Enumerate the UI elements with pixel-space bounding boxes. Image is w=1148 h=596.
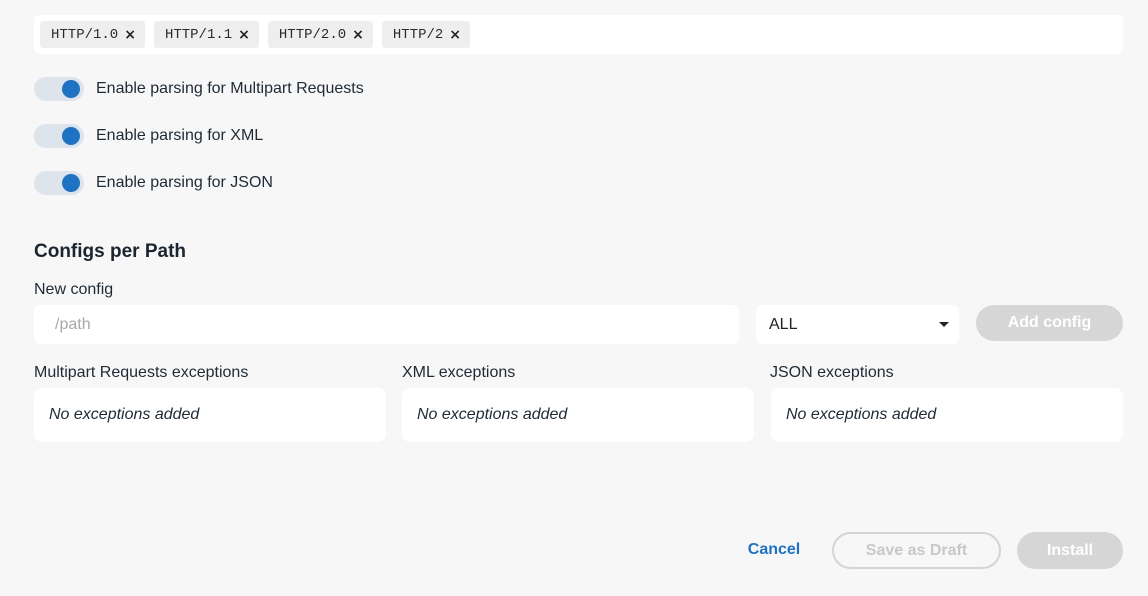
toggle-knob [62,174,80,192]
xml-parsing-label: Enable parsing for XML [96,127,264,144]
toggle-row-json: Enable parsing for JSON [34,171,273,195]
protocol-tag-label: HTTP/1.0 [51,26,119,43]
toggle-row-multipart: Enable parsing for Multipart Requests [34,77,364,101]
new-config-label: New config [34,281,114,298]
empty-exceptions-text: No exceptions added [417,406,568,423]
close-icon[interactable]: × [449,28,461,42]
toggle-knob [62,80,80,98]
protocol-tag: HTTP/1.0 × [40,21,145,48]
xml-exceptions-list: No exceptions added [402,388,754,442]
install-button[interactable]: Install [1017,532,1123,569]
protocol-tag: HTTP/2 × [381,21,471,48]
protocol-tag-label: HTTP/1.1 [164,26,233,43]
close-icon[interactable]: × [124,28,136,42]
json-parsing-toggle[interactable] [34,171,84,195]
path-input[interactable] [34,305,739,344]
xml-exceptions-label: XML exceptions [402,364,516,381]
close-icon[interactable]: × [238,28,250,42]
empty-exceptions-text: No exceptions added [49,406,200,423]
multipart-parsing-label: Enable parsing for Multipart Requests [96,80,364,97]
toggle-knob [62,127,80,145]
toggle-row-xml: Enable parsing for XML [34,124,263,148]
protocol-tag-label: HTTP/2 [392,26,444,43]
json-parsing-label: Enable parsing for JSON [96,174,273,191]
multipart-exceptions-list: No exceptions added [34,388,386,442]
method-select-value: ALL [769,315,798,333]
protocol-tag: HTTP/1.1 × [153,21,259,48]
configs-section-title: Configs per Path [34,241,187,262]
caret-down-icon [939,322,949,327]
json-exceptions-list: No exceptions added [771,388,1123,442]
multipart-exceptions-label: Multipart Requests exceptions [34,364,249,381]
settings-panel: HTTP/1.0 × HTTP/1.1 × HTTP/2.0 × HTTP/2 … [0,0,1148,596]
protocol-tag-input[interactable]: HTTP/1.0 × HTTP/1.1 × HTTP/2.0 × HTTP/2 … [34,15,1123,54]
protocol-tag: HTTP/2.0 × [267,21,373,48]
cancel-button[interactable]: Cancel [734,532,814,568]
multipart-parsing-toggle[interactable] [34,77,84,101]
protocol-tag-label: HTTP/2.0 [278,26,347,43]
empty-exceptions-text: No exceptions added [786,406,937,423]
save-draft-button[interactable]: Save as Draft [832,532,1001,569]
xml-parsing-toggle[interactable] [34,124,84,148]
add-config-button[interactable]: Add config [976,305,1123,341]
json-exceptions-label: JSON exceptions [770,364,894,381]
close-icon[interactable]: × [352,28,364,42]
method-select[interactable]: ALL [756,305,959,344]
